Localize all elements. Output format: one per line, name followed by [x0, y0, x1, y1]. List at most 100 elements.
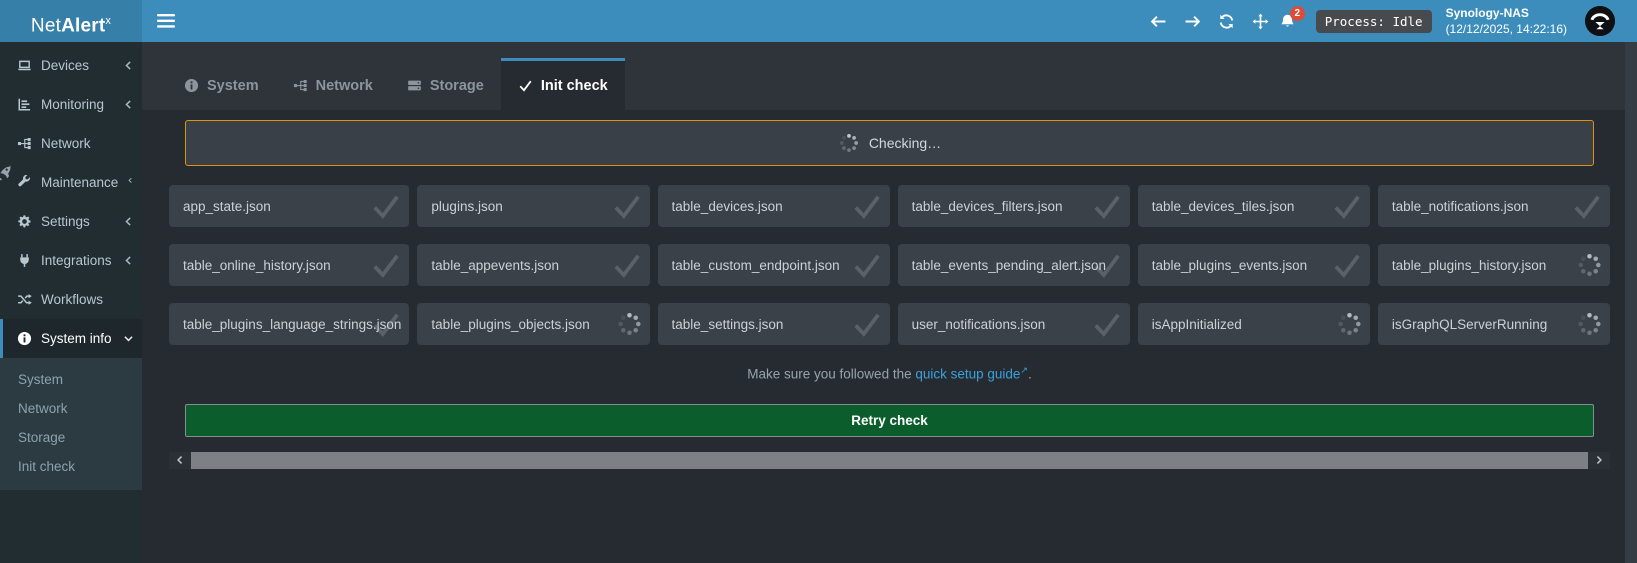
- network-icon: [17, 136, 32, 151]
- setup-hint: Make sure you followed the quick setup g…: [169, 365, 1610, 382]
- tab-storage[interactable]: Storage: [390, 58, 501, 110]
- chevron-left-icon: [123, 99, 134, 110]
- tab-label: Network: [316, 78, 373, 94]
- sidebar-item-network[interactable]: Network: [0, 124, 142, 163]
- check-card-label: table_plugins_language_strings.json: [183, 317, 401, 332]
- check-card: table_settings.json: [658, 303, 890, 345]
- check-icon: [1091, 308, 1123, 340]
- check-card-label: app_state.json: [183, 199, 271, 214]
- sidebar-item-settings[interactable]: Settings: [0, 202, 142, 241]
- chevron-left-icon: [123, 255, 134, 266]
- check-icon: [518, 78, 533, 93]
- spinner-icon: [1336, 311, 1363, 338]
- sidebar-item-label: Workflows: [41, 292, 103, 307]
- sidebar-item-integrations[interactable]: Integrations: [0, 241, 142, 280]
- check-card-label: table_appevents.json: [431, 258, 559, 273]
- check-icon: [1571, 190, 1603, 222]
- hint-prefix: Make sure you followed the: [747, 367, 915, 382]
- spinner-icon: [616, 311, 643, 338]
- submenu-item-storage[interactable]: Storage: [0, 423, 142, 452]
- check-card: table_events_pending_alert.json: [898, 244, 1130, 286]
- quick-setup-guide-link[interactable]: quick setup guide: [915, 367, 1020, 382]
- submenu-item-system[interactable]: System: [0, 365, 142, 394]
- chart-icon: [17, 97, 32, 112]
- wrench-icon: [17, 175, 32, 190]
- sidebar-item-monitoring[interactable]: Monitoring: [0, 85, 142, 124]
- host-timestamp: (12/12/2025, 14:22:16): [1446, 21, 1567, 37]
- checking-text: Checking…: [869, 135, 941, 151]
- check-card-label: table_events_pending_alert.json: [912, 258, 1106, 273]
- check-card: table_appevents.json: [417, 244, 649, 286]
- check-card-label: table_notifications.json: [1392, 199, 1529, 214]
- check-card: table_plugins_events.json: [1138, 244, 1370, 286]
- shuffle-icon: [17, 292, 32, 307]
- check-card-label: table_online_history.json: [183, 258, 331, 273]
- main-content: System Network StorageInit check Checking……: [142, 42, 1637, 563]
- move-icon[interactable]: [1252, 13, 1269, 30]
- check-icon: [370, 249, 402, 281]
- check-card-label: table_settings.json: [672, 317, 784, 332]
- tab-network[interactable]: Network: [276, 58, 390, 110]
- tab-init-check[interactable]: Init check: [501, 58, 625, 110]
- arrow-left-icon[interactable]: [1150, 13, 1167, 30]
- system-info-submenu: SystemNetworkStorageInit check: [0, 358, 142, 490]
- checking-status-box: Checking…: [185, 120, 1594, 166]
- sidebar-item-system-info[interactable]: System info: [0, 319, 142, 358]
- sidebar-item-label: System info: [41, 331, 112, 346]
- scrollbar-thumb[interactable]: [191, 452, 1588, 469]
- check-card: table_notifications.json: [1378, 185, 1610, 227]
- check-card: isGraphQLServerRunning: [1378, 303, 1610, 345]
- submenu-item-network[interactable]: Network: [0, 394, 142, 423]
- brand-sup: x: [105, 15, 111, 27]
- check-card: table_custom_endpoint.json: [658, 244, 890, 286]
- check-card-label: table_plugins_events.json: [1152, 258, 1307, 273]
- avatar[interactable]: [1585, 6, 1615, 36]
- scroll-left-button[interactable]: [169, 452, 191, 469]
- sidebar-item-workflows[interactable]: Workflows: [0, 280, 142, 319]
- spinner-icon: [1576, 311, 1603, 338]
- sidebar-item-label: Monitoring: [41, 97, 104, 112]
- check-icon: [851, 249, 883, 281]
- retry-check-button[interactable]: Retry check: [185, 404, 1594, 437]
- host-name: Synology-NAS: [1446, 5, 1567, 21]
- sidebar: Devices Monitoring Network Maintenance Setti…: [0, 42, 142, 563]
- sidebar-item-label: Settings: [41, 214, 90, 229]
- chevron-left-icon: [123, 60, 134, 71]
- tab-label: System: [207, 78, 259, 94]
- vertical-scrollbar-gutter[interactable]: [1625, 42, 1637, 563]
- network-icon: [293, 78, 308, 93]
- check-card-label: plugins.json: [431, 199, 502, 214]
- check-card: table_devices_tiles.json: [1138, 185, 1370, 227]
- submenu-item-init-check[interactable]: Init check: [0, 452, 142, 481]
- tab-system[interactable]: System: [167, 58, 276, 110]
- bell-icon[interactable]: 2: [1279, 13, 1296, 30]
- sidebar-item-maintenance[interactable]: Maintenance: [0, 163, 142, 202]
- check-icon: [851, 308, 883, 340]
- check-card-label: isGraphQLServerRunning: [1392, 317, 1547, 332]
- scroll-right-button[interactable]: [1588, 452, 1610, 469]
- tab-bar: System Network StorageInit check: [142, 58, 1637, 110]
- check-icon: [851, 190, 883, 222]
- check-card: table_online_history.json: [169, 244, 409, 286]
- hint-suffix: .: [1028, 367, 1032, 382]
- arrow-right-icon[interactable]: [1184, 13, 1201, 30]
- check-card: table_devices_filters.json: [898, 185, 1130, 227]
- refresh-icon[interactable]: [1218, 13, 1235, 30]
- check-icon: [611, 249, 643, 281]
- top-bar: NetAlertx 2 Process: Idle Synology-NAS (…: [0, 0, 1637, 42]
- info-icon: [17, 331, 32, 346]
- app-logo[interactable]: NetAlertx: [0, 0, 142, 42]
- sidebar-item-devices[interactable]: Devices: [0, 46, 142, 85]
- check-card: table_devices.json: [658, 185, 890, 227]
- laptop-icon: [17, 58, 32, 73]
- top-bar-main: 2 Process: Idle Synology-NAS (12/12/2025…: [142, 0, 1637, 42]
- notification-badge[interactable]: 2: [1290, 6, 1305, 21]
- process-status-badge: Process: Idle: [1316, 10, 1432, 33]
- spinner-icon: [838, 132, 860, 154]
- hamburger-menu-icon[interactable]: [142, 0, 190, 42]
- chevron-left-icon: [123, 216, 134, 227]
- check-card: plugins.json: [417, 185, 649, 227]
- check-icon: [1331, 249, 1363, 281]
- sidebar-item-label: Network: [41, 136, 91, 151]
- check-card-label: user_notifications.json: [912, 317, 1046, 332]
